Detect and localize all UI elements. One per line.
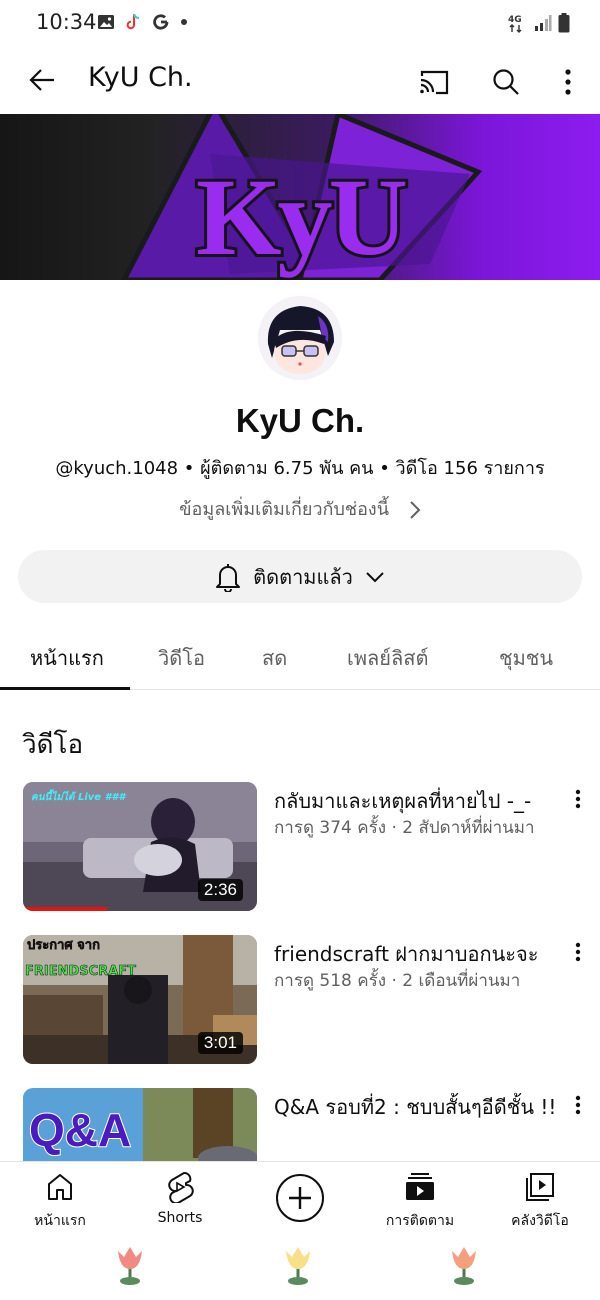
video-more-button[interactable] [566,784,590,814]
home-icon [48,1174,72,1200]
video-meta: การดู 518 ครั้ง · 2 เดือนที่ผ่านมา [274,971,521,991]
more-vert-icon [575,942,581,962]
bell-icon [216,563,241,592]
tab-live[interactable]: สด [262,642,287,674]
plus-icon [289,1187,311,1209]
library-icon [526,1173,554,1201]
app-bar-title: KyU Ch. [88,62,193,93]
video-more-button[interactable] [566,1090,590,1120]
video-title[interactable]: Q&A รอบที่2 : ชบบสั้นๆอีดีชั้น !! [274,1092,564,1123]
cast-icon [420,70,449,95]
chevron-right-icon [410,501,421,519]
tiktok-icon [126,13,140,30]
video-thumbnail[interactable]: คนนี้ไม่ได้ Live ### 2:36 [23,782,257,911]
arrow-back-icon [29,69,54,91]
tulip-home-icon [286,1247,310,1285]
video-duration: 3:01 [197,1032,243,1054]
system-recents-button[interactable] [110,1243,150,1287]
status-notification-icons [97,12,189,32]
watch-progress-bar [23,907,108,911]
channel-more-info-label: ข้อมูลเพิ่มเติมเกี่ยวกับช่องนี้ [179,499,390,520]
more-vert-icon [575,1095,581,1115]
banner-logo-text: KyU [196,156,406,278]
system-home-button[interactable] [278,1243,318,1287]
subscribed-button[interactable]: ติดตามแล้ว [18,550,582,603]
app-bar: KyU Ch. [0,46,600,114]
nav-library[interactable]: คลังวิดีโอ [480,1170,600,1232]
thumbnail-image: Q&A [23,1088,257,1161]
nav-shorts[interactable]: Shorts [120,1170,240,1226]
video-thumbnail[interactable]: ประกาศ จาก FRIENDSCRAFT 3:01 [23,935,257,1064]
thumbnail-text: Q&A [29,1104,131,1156]
video-more-button[interactable] [566,937,590,967]
tab-community[interactable]: ชุมชน [499,642,553,674]
tab-playlists[interactable]: เพลย์ลิสต์ [347,642,428,674]
create-button[interactable] [276,1174,324,1222]
system-navigation-bar [0,1231,600,1300]
more-vert-icon [565,69,571,95]
thumbnail-text-2: FRIENDSCRAFT [25,964,136,979]
chevron-down-icon [366,571,384,582]
channel-meta: @kyuch.1048 • ผู้ติดตาม 6.75 พัน คน • วิ… [55,458,545,479]
system-back-button[interactable] [444,1243,484,1287]
nav-shorts-label: Shorts [157,1210,203,1226]
cast-button[interactable] [414,62,454,102]
tab-videos[interactable]: วิดีโอ [158,642,205,674]
nav-subscriptions[interactable]: การติดตาม [360,1170,480,1232]
video-meta: การดู 374 ครั้ง · 2 สัปดาห์ที่ผ่านมา [274,818,535,838]
signal-icon [535,15,552,31]
subscriptions-icon [406,1173,434,1200]
channel-avatar[interactable] [258,296,342,380]
status-system-icons: 4G [508,12,570,34]
shorts-icon [168,1172,194,1203]
battery-icon [558,13,570,33]
video-duration: 2:36 [197,879,243,901]
search-icon [493,69,519,95]
status-time: 10:34 [36,10,97,34]
video-title[interactable]: กลับมาและเหตุผลที่หายไป -_- [274,786,564,817]
google-icon [153,14,169,30]
video-item[interactable]: Q&A Q&A รอบที่2 : ชบบสั้นๆอีดีชั้น !! [0,1088,600,1161]
video-thumbnail[interactable]: Q&A [23,1088,257,1161]
nav-home-label: หน้าแรก [34,1213,86,1229]
back-button[interactable] [22,60,62,100]
channel-tabs: หน้าแรก วิดีโอ สด เพลย์ลิสต์ ชุมชน [0,628,600,690]
tulip-recents-icon [118,1247,142,1285]
subscribed-label: ติดตามแล้ว [253,564,353,589]
active-tab-indicator [0,687,130,690]
section-title: วิดีโอ [22,730,84,760]
svg-text:4G: 4G [508,15,522,25]
video-title[interactable]: friendscraft ฝากมาบอกนะจะ [274,939,564,970]
search-button[interactable] [486,62,526,102]
status-bar: 10:34 4G [0,0,600,46]
avatar-image [258,296,342,380]
channel-banner: KyU [0,114,600,280]
more-vert-icon [575,789,581,809]
video-item[interactable]: ประกาศ จาก FRIENDSCRAFT 3:01 friendscraf… [0,935,600,1065]
channel-more-info-link[interactable]: ข้อมูลเพิ่มเติมเกี่ยวกับช่องนี้ [0,494,600,523]
channel-name: KyU Ch. [235,402,365,439]
video-item[interactable]: คนนี้ไม่ได้ Live ### 2:36 กลับมาและเหตุผ… [0,782,600,912]
thumbnail-text-1: ประกาศ จาก [27,938,100,953]
tab-home[interactable]: หน้าแรก [30,642,104,674]
tulip-back-icon [452,1247,476,1285]
nav-library-label: คลังวิดีโอ [511,1213,569,1229]
dot-icon [181,19,187,25]
nav-home[interactable]: หน้าแรก [0,1170,120,1232]
more-options-button[interactable] [548,62,588,102]
bottom-navigation: หน้าแรก Shorts การติดตาม คลังวิดีโอ [0,1161,600,1231]
thumbnail-text: คนนี้ไม่ได้ Live ### [31,789,126,803]
network-4g-icon: 4G [508,15,522,33]
image-icon [98,15,114,29]
nav-subscriptions-label: การติดตาม [385,1213,455,1229]
